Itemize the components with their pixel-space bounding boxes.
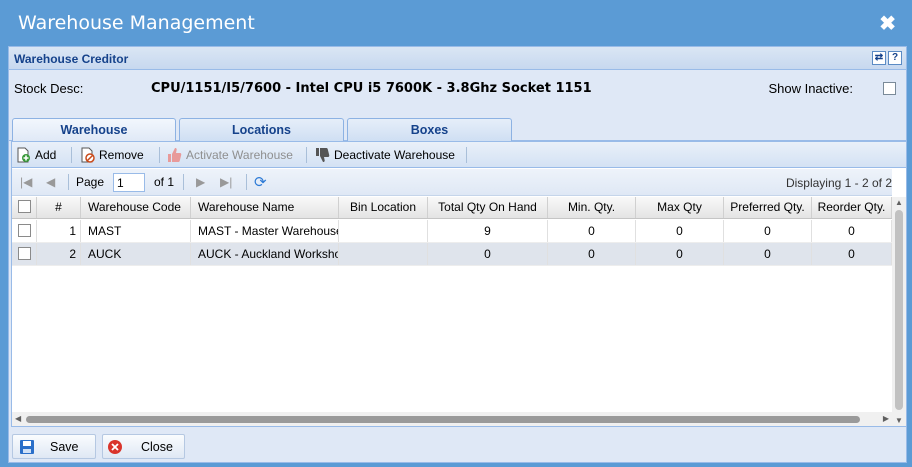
next-page-icon[interactable]: ▶ — [196, 175, 205, 189]
select-all-checkbox[interactable] — [17, 200, 31, 214]
cell-max-qty: 0 — [636, 220, 724, 242]
row-checkbox[interactable] — [17, 224, 31, 238]
refresh-grid-icon[interactable]: ⟳ — [254, 173, 267, 191]
displaying-count: Displaying 1 - 2 of 2 — [785, 176, 892, 190]
table-row[interactable]: 2 AUCK AUCK - Auckland Workshop 0 0 0 0 … — [12, 243, 892, 266]
row-select-cell — [12, 220, 37, 242]
col-header-min-qty[interactable]: Min. Qty. — [548, 197, 636, 218]
row-checkbox[interactable] — [17, 247, 31, 261]
col-header-bin-location[interactable]: Bin Location — [339, 197, 428, 218]
remove-label: Remove — [99, 148, 144, 162]
cell-warehouse-name: AUCK - Auckland Workshop — [191, 243, 339, 265]
activate-warehouse-label: Activate Warehouse — [186, 148, 293, 162]
grid-column-header: # Warehouse Code Warehouse Name Bin Loca… — [12, 197, 892, 219]
cell-num: 2 — [37, 243, 81, 265]
close-button[interactable]: Close — [102, 434, 185, 459]
cell-total-qty: 9 — [428, 220, 548, 242]
toolbar-separator — [159, 147, 160, 163]
refresh-icon[interactable]: ⇄ — [872, 51, 886, 65]
page-label: Page — [76, 175, 105, 189]
page-count-label: of 1 — [154, 175, 175, 189]
add-icon — [15, 147, 31, 163]
col-header-preferred-qty[interactable]: Preferred Qty. — [724, 197, 812, 218]
col-header-total-qty[interactable]: Total Qty On Hand — [428, 197, 548, 218]
grid-toolbar: Add Remove Activate Warehouse Deactivate… — [12, 142, 906, 168]
first-page-icon[interactable]: |◀ — [20, 175, 32, 189]
dialog-footer: Save Close — [9, 429, 906, 462]
last-page-icon[interactable]: ▶| — [220, 175, 232, 189]
col-header-warehouse-code[interactable]: Warehouse Code — [81, 197, 191, 218]
stock-row: Stock Desc: CPU/1151/I5/7600 - Intel CPU… — [9, 70, 906, 112]
toolbar-separator — [306, 147, 307, 163]
cell-warehouse-code: AUCK — [81, 243, 191, 265]
stock-desc-label: Stock Desc: — [14, 81, 84, 96]
add-button[interactable]: Add — [15, 146, 56, 164]
cell-num: 1 — [37, 220, 81, 242]
warehouse-creditor-panel: Warehouse Creditor ⇄ ? Stock Desc: CPU/1… — [8, 46, 907, 463]
scroll-down-icon[interactable]: ▼ — [895, 416, 903, 425]
cell-reorder-qty: 0 — [812, 220, 892, 242]
paging-toolbar: |◀ ◀ Page of 1 ▶ ▶| ⟳ Displaying 1 - 2 o… — [12, 169, 892, 196]
panel-header: Warehouse Creditor ⇄ ? — [9, 47, 906, 70]
tab-warehouse[interactable]: Warehouse — [12, 118, 176, 142]
close-label: Close — [141, 439, 173, 454]
save-button[interactable]: Save — [12, 434, 96, 459]
horizontal-scroll-thumb[interactable] — [26, 416, 860, 423]
scroll-up-icon[interactable]: ▲ — [895, 198, 903, 207]
vertical-scroll-thumb[interactable] — [895, 210, 903, 410]
pager-separator — [183, 174, 184, 190]
toolbar-separator — [71, 147, 72, 163]
tab-boxes[interactable]: Boxes — [347, 118, 512, 141]
table-row[interactable]: 1 MAST MAST - Master Warehouse 9 0 0 0 0 — [12, 220, 892, 243]
show-inactive-checkbox[interactable] — [883, 82, 896, 95]
activate-warehouse-button[interactable]: Activate Warehouse — [166, 146, 293, 164]
cell-warehouse-code: MAST — [81, 220, 191, 242]
deactivate-warehouse-button[interactable]: Deactivate Warehouse — [314, 146, 455, 164]
stock-desc-value: CPU/1151/I5/7600 - Intel CPU i5 7600K - … — [151, 81, 592, 96]
thumbs-up-icon — [166, 147, 182, 163]
cell-total-qty: 0 — [428, 243, 548, 265]
col-header-max-qty[interactable]: Max Qty — [636, 197, 724, 218]
cell-reorder-qty: 0 — [812, 243, 892, 265]
show-inactive-label: Show Inactive: — [768, 81, 853, 96]
save-label: Save — [50, 439, 79, 454]
tab-strip: Warehouse Locations Boxes — [9, 116, 906, 142]
cell-min-qty: 0 — [548, 220, 636, 242]
cell-preferred-qty: 0 — [724, 243, 812, 265]
cell-bin-location — [339, 220, 428, 242]
cell-min-qty: 0 — [548, 243, 636, 265]
window-title: Warehouse Management — [18, 12, 255, 34]
save-icon — [19, 439, 35, 455]
remove-icon — [79, 147, 95, 163]
tab-locations[interactable]: Locations — [179, 118, 344, 141]
scroll-left-icon[interactable]: ◀ — [15, 414, 21, 423]
cell-bin-location — [339, 243, 428, 265]
scroll-right-icon[interactable]: ▶ — [883, 414, 889, 423]
warehouse-grid: Add Remove Activate Warehouse Deactivate… — [11, 141, 907, 427]
cell-preferred-qty: 0 — [724, 220, 812, 242]
row-select-cell — [12, 243, 37, 265]
cell-warehouse-name: MAST - Master Warehouse — [191, 220, 339, 242]
col-header-warehouse-name[interactable]: Warehouse Name — [191, 197, 339, 218]
deactivate-warehouse-label: Deactivate Warehouse — [334, 148, 455, 162]
remove-button[interactable]: Remove — [79, 146, 144, 164]
vertical-scrollbar[interactable]: ▲ ▼ — [892, 197, 906, 426]
add-label: Add — [35, 148, 57, 162]
horizontal-scrollbar[interactable]: ◀ ▶ — [12, 412, 892, 426]
help-icon[interactable]: ? — [888, 51, 902, 65]
window-close-icon[interactable]: ✖ — [879, 11, 896, 36]
panel-title: Warehouse Creditor — [14, 52, 129, 66]
pager-separator — [246, 174, 247, 190]
pager-separator — [68, 174, 69, 190]
toolbar-separator — [466, 147, 467, 163]
window-titlebar: Warehouse Management ✖ — [0, 0, 912, 46]
col-header-num[interactable]: # — [37, 197, 81, 218]
col-header-reorder-qty[interactable]: Reorder Qty. — [812, 197, 892, 218]
thumbs-down-icon — [314, 147, 330, 163]
cell-max-qty: 0 — [636, 243, 724, 265]
select-all-cell — [12, 197, 37, 218]
prev-page-icon[interactable]: ◀ — [46, 175, 55, 189]
close-icon — [107, 439, 123, 455]
page-number-input[interactable] — [113, 173, 145, 192]
